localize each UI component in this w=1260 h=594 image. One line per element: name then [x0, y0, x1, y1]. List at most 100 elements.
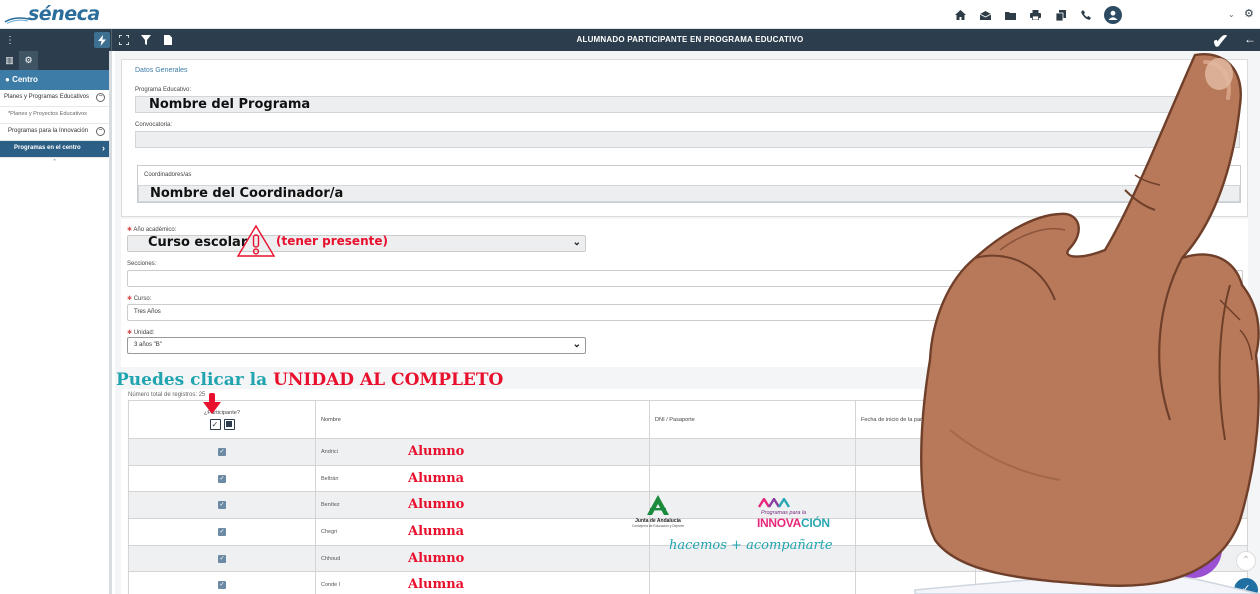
slogan-text: hacemos + acompañarte [669, 538, 833, 553]
row-checkbox-cell[interactable]: ✓ [128, 571, 316, 594]
tab-settings-icon[interactable]: ⚙ [19, 51, 38, 70]
name-cell: Beltrán Alumna [315, 464, 650, 493]
sidebar-item-programas-centro[interactable]: Programas en el centro › [0, 141, 109, 158]
callout-part1: Puedes clicar la [116, 370, 274, 390]
seneca-logo[interactable]: séneca [4, 2, 100, 26]
secciones-field[interactable] [127, 270, 1243, 287]
collapse-circle-icon[interactable]: − [96, 127, 105, 136]
col-fecha: Fecha de inicio de la participación * [855, 400, 976, 439]
fecha-cell[interactable] [855, 544, 976, 573]
name-cell: Chegri Alumna [315, 518, 650, 546]
col-participa-label: ¿Participante? [203, 409, 241, 416]
scroll-up-button[interactable]: ⌃ [1236, 551, 1256, 571]
checked-checkbox-icon[interactable]: ✓ [218, 501, 226, 510]
print-icon[interactable] [1027, 7, 1044, 24]
sidebar-item-label: *Planes y Proyectos Educativos [8, 111, 87, 117]
gear-icon[interactable]: ⚙ [1244, 7, 1254, 20]
student-tag: Alumno [408, 444, 465, 459]
junta-andalucia-logo: Junta de Andalucía Consejería de Educaci… [628, 494, 688, 528]
sidebar-section-label: Centro [12, 75, 38, 84]
filter-form: ✱ Año académico: ⌄ Curso escolar (tener … [121, 219, 1248, 367]
folder-icon[interactable] [1002, 7, 1019, 24]
row-checkbox-cell[interactable]: ✓ [128, 544, 316, 573]
fecha-cell[interactable] [855, 518, 976, 546]
dni-cell [649, 438, 856, 466]
phone-icon[interactable] [1077, 7, 1094, 24]
anio-value: Curso escolar [148, 235, 248, 250]
flash-icon[interactable] [94, 32, 110, 48]
sidebar-item-planes-programas[interactable]: Planes y Programas Educativos − [0, 90, 109, 107]
chevron-down-icon: ⌄ [572, 339, 581, 350]
fecha-cell[interactable] [855, 438, 976, 466]
fecha-cell[interactable] [855, 464, 976, 493]
student-tag: Alumno [408, 550, 465, 566]
programa-label: Programa Educativo: [135, 87, 192, 93]
checked-checkbox-icon[interactable]: ✓ [218, 474, 226, 483]
arrow-left-icon[interactable]: ← [1244, 32, 1256, 46]
checked-checkbox-icon[interactable]: ✓ [218, 447, 226, 456]
home-icon[interactable] [952, 7, 969, 24]
sidebar: ▥ ⚙ ● Centro Planes y Programas Educativ… [0, 51, 112, 594]
fullscreen-icon[interactable] [116, 32, 132, 48]
row-checkbox-cell[interactable]: ✓ [128, 438, 316, 466]
sidebar-collapse-icon[interactable]: ⌃ [0, 158, 109, 168]
logo-swoosh-icon [4, 17, 30, 24]
fecha-cell[interactable] [855, 491, 976, 520]
vertical-menu-icon[interactable]: ⋮ [2, 32, 18, 48]
extra-cell [975, 491, 1248, 520]
select-all-checkbox-icon[interactable]: ✓ [209, 418, 221, 430]
checked-checkbox-icon[interactable]: ✓ [218, 527, 226, 536]
dni-cell [649, 571, 856, 594]
innovacion-logo: Programas para la INNOVACIÓN [757, 496, 837, 530]
name-cell: Benítez Alumno [315, 491, 650, 520]
row-checkbox-cell[interactable]: ✓ [128, 491, 316, 520]
col-participa: ¿Participante? ✓ [128, 400, 316, 439]
student-surname: Benítez [321, 502, 340, 509]
table-row[interactable]: ✓ Andrici Alumno [128, 438, 1248, 466]
row-checkbox-cell[interactable]: ✓ [128, 464, 316, 493]
copy-icon[interactable] [1052, 7, 1069, 24]
sidebar-section-centro[interactable]: ● Centro [0, 70, 109, 90]
sidebar-item-planes-proyectos[interactable]: *Planes y Proyectos Educativos [0, 107, 109, 124]
home-fab-button[interactable]: ⌂ [1164, 520, 1222, 578]
sidebar-tabs: ▥ ⚙ [0, 51, 109, 70]
registros-table-section: Número total de registros: 25 ¿Participa… [121, 389, 1248, 594]
filter-icon[interactable] [138, 32, 154, 48]
sidebar-item-programas-innovacion[interactable]: Programas para la Innovación − [0, 124, 109, 141]
student-tag: Alumna [408, 577, 465, 593]
table-row[interactable]: ✓ Conde l Alumna [128, 571, 1248, 594]
mail-icon[interactable] [977, 7, 994, 24]
programa-value: Nombre del Programa [149, 97, 311, 112]
col-dni: DNI / Pasaporte [649, 400, 856, 439]
col-extra [975, 400, 1248, 439]
checked-checkbox-icon[interactable]: ✓ [218, 554, 226, 563]
extra-cell [975, 571, 1248, 594]
document-icon[interactable] [160, 32, 176, 48]
user-icon[interactable] [1104, 6, 1122, 24]
user-dropdown-chevron-icon[interactable]: ⌄ [1228, 10, 1235, 19]
collapse-circle-icon[interactable]: − [96, 93, 105, 102]
unidad-select[interactable]: 3 años "B" ⌄ [127, 337, 586, 354]
warning-icon [236, 224, 276, 257]
innovacion-logo-icon [757, 496, 791, 508]
toolbar: ⋮ ALUMNADO PARTICIPANTE EN PROGRAMA EDUC… [0, 29, 1260, 53]
checked-checkbox-icon[interactable]: ✓ [218, 581, 226, 590]
table-row[interactable]: ✓ Beltrán Alumna [128, 464, 1248, 493]
tab-list-icon[interactable]: ▥ [0, 51, 19, 70]
unidad-label: ✱ Unidad: [127, 330, 155, 336]
record-count: Número total de registros: 25 [128, 392, 206, 398]
coordinadores-value: Nombre del Coordinador/a [150, 186, 344, 201]
extra-cell [975, 464, 1248, 493]
convocatoria-label: Convocatoria: [135, 122, 173, 128]
anio-label: ✱ Año académico: [127, 227, 177, 233]
curso-select[interactable]: Tres Años [127, 304, 1243, 321]
student-surname: Chegri [321, 528, 338, 535]
chevron-right-icon: › [102, 143, 105, 153]
table-row[interactable]: ✓ Benítez Alumno [128, 491, 1248, 520]
student-surname: Chhoud [321, 555, 341, 562]
deselect-all-checkbox-icon[interactable] [223, 418, 235, 430]
row-checkbox-cell[interactable]: ✓ [128, 518, 316, 546]
convocatoria-field [135, 131, 1240, 148]
fecha-cell[interactable] [855, 571, 976, 594]
coordinadores-label: Coordinadores/as [144, 172, 192, 178]
